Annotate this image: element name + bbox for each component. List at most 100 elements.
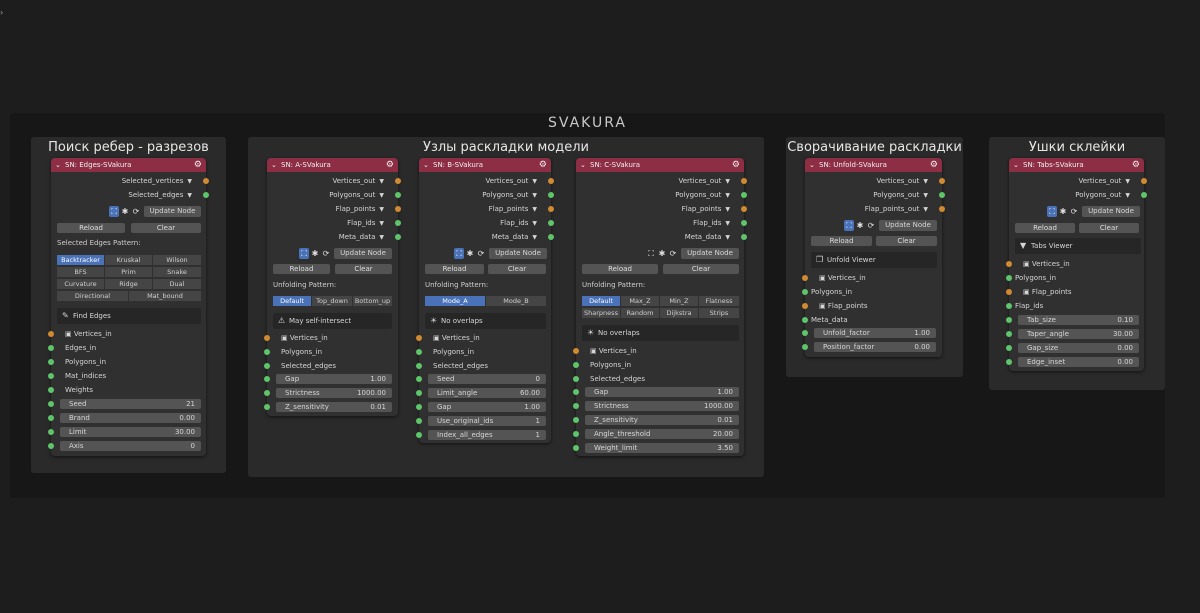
input-socket[interactable] xyxy=(1006,303,1012,309)
clear-button[interactable]: Clear xyxy=(488,264,546,274)
input-socket[interactable] xyxy=(264,390,270,396)
number-field-z-sensitivity[interactable]: Z_sensitivity 0.01 xyxy=(585,415,739,425)
output-socket-row[interactable]: Meta_data ▼ xyxy=(339,232,384,242)
number-field-gap[interactable]: Gap 1.00 xyxy=(276,374,392,384)
input-socket[interactable] xyxy=(264,363,270,369)
node-a[interactable]: ⌄ SN: A-SVakura ⚙ Vertices_out ▼ Polygons_o… xyxy=(264,158,401,416)
output-socket-row[interactable]: Flap_ids ▼ xyxy=(500,218,537,228)
number-field-strictness[interactable]: Strictness 1000.00 xyxy=(585,401,739,411)
output-socket-row[interactable]: Meta_data ▼ xyxy=(492,232,537,242)
pattern-option[interactable]: Ridge xyxy=(105,279,152,289)
dropdown-arrow-icon[interactable]: ▼ xyxy=(532,220,537,227)
dropdown-arrow-icon[interactable]: ▼ xyxy=(379,178,384,185)
refresh-icon[interactable]: ⟳ xyxy=(668,248,678,259)
node-tree-icon[interactable]: ⛶ xyxy=(844,220,854,231)
refresh-icon[interactable]: ⟳ xyxy=(1069,206,1079,217)
input-socket-row[interactable]: ▣ Flap_points xyxy=(819,301,868,311)
pattern-option[interactable]: Mode_A xyxy=(425,296,485,306)
dropdown-arrow-icon[interactable]: ▼ xyxy=(532,192,537,199)
input-socket[interactable] xyxy=(573,403,579,409)
reload-button[interactable]: Reload xyxy=(273,264,330,274)
output-socket[interactable] xyxy=(1141,178,1147,184)
dropdown-arrow-icon[interactable]: ▼ xyxy=(725,220,730,227)
pattern-option[interactable]: BFS xyxy=(57,267,104,277)
input-socket-row[interactable]: Meta_data xyxy=(811,315,848,325)
output-socket[interactable] xyxy=(1141,192,1147,198)
node-header[interactable]: ⌄ SN: Edges-SVakura ⚙ xyxy=(51,158,206,172)
pattern-option[interactable]: Max_Z xyxy=(621,296,659,306)
rig-icon[interactable]: ✱ xyxy=(657,248,667,259)
number-field-weight-limit[interactable]: Weight_limit 3.50 xyxy=(585,443,739,453)
refresh-icon[interactable]: ⟳ xyxy=(476,248,486,259)
output-socket-row[interactable]: Flap_ids ▼ xyxy=(693,218,730,228)
number-field-limit-angle[interactable]: Limit_angle 60.00 xyxy=(428,388,546,398)
number-field-z-sensitivity[interactable]: Z_sensitivity 0.01 xyxy=(276,402,392,412)
output-socket[interactable] xyxy=(939,178,945,184)
input-socket-row[interactable]: Flap_ids xyxy=(1015,301,1043,311)
number-field-brand[interactable]: Brand 0.00 xyxy=(60,413,201,423)
input-socket-row[interactable]: Selected_edges xyxy=(281,361,336,371)
number-field-unfold-factor[interactable]: Unfold_factor 1.00 xyxy=(814,328,936,338)
output-socket-row[interactable]: Flap_points ▼ xyxy=(682,204,730,214)
input-socket[interactable] xyxy=(802,330,808,336)
update-node-button[interactable]: Update Node xyxy=(681,248,739,259)
input-socket[interactable] xyxy=(416,376,422,382)
node-tree-icon[interactable]: ⛶ xyxy=(1047,206,1057,217)
output-socket[interactable] xyxy=(395,220,401,226)
node-tree-icon[interactable]: ⛶ xyxy=(299,248,309,259)
output-socket[interactable] xyxy=(395,192,401,198)
input-socket[interactable] xyxy=(416,363,422,369)
input-socket-row[interactable]: ▣ Vertices_in xyxy=(65,329,112,339)
dropdown-arrow-icon[interactable]: ▼ xyxy=(923,206,928,213)
pattern-option[interactable]: Curvature xyxy=(57,279,104,289)
dropdown-arrow-icon[interactable]: ▼ xyxy=(379,234,384,241)
rig-icon[interactable]: ✱ xyxy=(465,248,475,259)
dropdown-arrow-icon[interactable]: ▼ xyxy=(923,192,928,199)
input-socket[interactable] xyxy=(48,415,54,421)
number-field-seed[interactable]: Seed 0 xyxy=(428,374,546,384)
node-header[interactable]: ⌄ SN: A-SVakura ⚙ xyxy=(267,158,398,172)
number-field-tab-size[interactable]: Tab_size 0.10 xyxy=(1018,315,1139,325)
pattern-option[interactable]: Dijkstra xyxy=(660,308,698,318)
number-field-gap[interactable]: Gap 1.00 xyxy=(585,387,739,397)
pattern-option[interactable]: Kruskal xyxy=(105,255,152,265)
dropdown-arrow-icon[interactable]: ▼ xyxy=(532,178,537,185)
output-socket-row[interactable]: Vertices_out ▼ xyxy=(332,176,384,186)
node-header[interactable]: ⌄ SN: Tabs-SVakura ⚙ xyxy=(1009,158,1144,172)
output-socket-row[interactable]: Polygons_out ▼ xyxy=(329,190,384,200)
update-node-button[interactable]: Update Node xyxy=(489,248,547,259)
input-socket[interactable] xyxy=(1006,345,1012,351)
pattern-option[interactable]: Min_Z xyxy=(660,296,698,306)
node-b[interactable]: ⌄ SN: B-SVakura ⚙ Vertices_out ▼ Polygons_o… xyxy=(416,158,554,443)
input-socket[interactable] xyxy=(573,417,579,423)
input-socket-row[interactable]: ▣ Vertices_in xyxy=(819,273,866,283)
pattern-option[interactable]: Flatness xyxy=(699,296,739,306)
input-socket[interactable] xyxy=(802,275,808,281)
rig-icon[interactable]: ✱ xyxy=(310,248,320,259)
input-socket-row[interactable]: Weights xyxy=(65,385,93,395)
input-socket[interactable] xyxy=(802,303,808,309)
input-socket[interactable] xyxy=(48,429,54,435)
output-socket-row[interactable]: Meta_data ▼ xyxy=(685,232,730,242)
number-field-axis[interactable]: Axis 0 xyxy=(60,441,201,451)
input-socket[interactable] xyxy=(48,331,54,337)
output-socket-row[interactable]: Vertices_out ▼ xyxy=(485,176,537,186)
input-socket[interactable] xyxy=(416,418,422,424)
dropdown-arrow-icon[interactable]: ▼ xyxy=(187,178,192,185)
output-socket-row[interactable]: Flap_points_out ▼ xyxy=(865,204,928,214)
collapse-chevron-icon[interactable]: ⌄ xyxy=(271,158,277,172)
output-socket[interactable] xyxy=(548,192,554,198)
output-socket-row[interactable]: Polygons_out ▼ xyxy=(1075,190,1130,200)
input-socket-row[interactable]: Mat_indices xyxy=(65,371,106,381)
number-field-gap-size[interactable]: Gap_size 0.00 xyxy=(1018,343,1139,353)
dropdown-arrow-icon[interactable]: ▼ xyxy=(1125,178,1130,185)
node-tree-icon[interactable]: ⛶ xyxy=(454,248,464,259)
output-socket-row[interactable]: Flap_points ▼ xyxy=(336,204,384,214)
output-socket-row[interactable]: Selected_edges ▼ xyxy=(128,190,192,200)
input-socket-row[interactable]: ▣ Flap_points xyxy=(1023,287,1072,297)
output-socket[interactable] xyxy=(939,206,945,212)
dropdown-arrow-icon[interactable]: ▼ xyxy=(532,234,537,241)
input-socket[interactable] xyxy=(264,376,270,382)
rig-icon[interactable]: ✱ xyxy=(1058,206,1068,217)
reload-button[interactable]: Reload xyxy=(811,236,872,246)
